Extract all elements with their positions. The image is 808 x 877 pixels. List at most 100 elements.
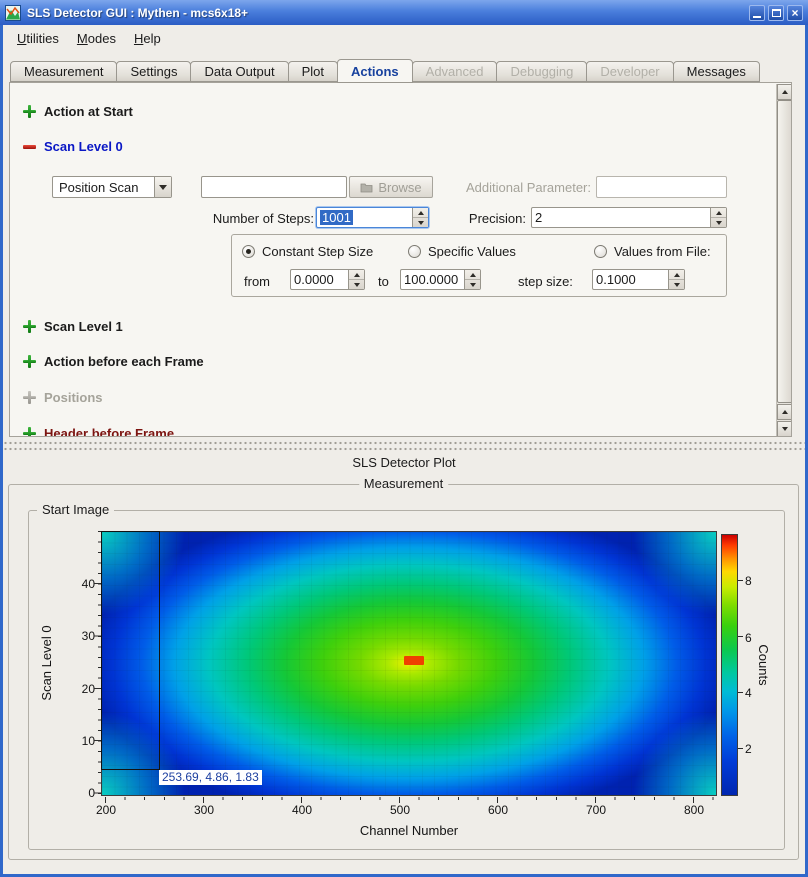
menu-modes[interactable]: Modes [69, 28, 124, 49]
app-icon[interactable] [5, 5, 21, 21]
collapse-minus-icon[interactable] [23, 140, 36, 153]
scroll-down-button[interactable] [777, 421, 792, 437]
vertical-scrollbar[interactable] [776, 84, 792, 437]
scan-level-0-row[interactable]: Scan Level 0 [23, 138, 123, 154]
titlebar: SLS Detector GUI : Mythen - mcs6x18+ × [0, 0, 808, 25]
step-size-spinbox[interactable]: 0.1000 [592, 269, 685, 290]
tab-data-output[interactable]: Data Output [190, 61, 288, 82]
menubar: Utilities Modes Help [3, 25, 805, 52]
spin-down-button[interactable] [669, 279, 684, 289]
to-spinbox[interactable]: 100.0000 [400, 269, 481, 290]
spin-buttons[interactable] [710, 208, 726, 227]
minimize-button[interactable] [749, 5, 765, 21]
script-file-input[interactable] [201, 176, 347, 198]
expand-plus-icon[interactable] [23, 427, 36, 438]
action-at-start-row[interactable]: Action at Start [23, 103, 133, 119]
spin-up-button[interactable] [413, 208, 428, 217]
values-from-file-label: Values from File: [614, 244, 711, 259]
spin-up-button[interactable] [465, 270, 480, 279]
additional-parameter-label: Additional Parameter: [461, 180, 591, 195]
combo-dropdown-button[interactable] [154, 177, 171, 197]
actions-tab-page: Action at Start Scan Level 0 Position Sc… [9, 82, 792, 437]
tab-developer: Developer [586, 61, 673, 82]
action-before-each-frame-row[interactable]: Action before each Frame [23, 353, 204, 369]
number-of-steps-value: 1001 [320, 210, 353, 225]
spin-buttons[interactable] [412, 208, 428, 227]
tab-plot[interactable]: Plot [288, 61, 338, 82]
arrow-down-icon [782, 427, 788, 431]
tab-messages[interactable]: Messages [673, 61, 760, 82]
action-before-each-frame-label: Action before each Frame [44, 354, 204, 369]
tabbar: Measurement Settings Data Output Plot Ac… [10, 59, 759, 82]
radio-icon[interactable] [408, 245, 421, 258]
arrow-down-icon [354, 283, 360, 287]
scan-mode-selected: Position Scan [53, 177, 154, 197]
expand-plus-icon[interactable] [23, 105, 36, 118]
radio-icon[interactable] [594, 245, 607, 258]
spin-down-button[interactable] [465, 279, 480, 289]
scroll-up-button[interactable] [777, 84, 792, 100]
scan-mode-combobox[interactable]: Position Scan [52, 176, 172, 198]
maximize-button[interactable] [768, 5, 784, 21]
constant-step-radio-row[interactable]: Constant Step Size [242, 243, 373, 259]
plot-canvas[interactable]: 253.69, 4.86, 1.83 [101, 531, 717, 796]
spin-down-button[interactable] [349, 279, 364, 289]
spin-down-button[interactable] [711, 217, 726, 227]
y-tick-label: 20 [67, 682, 95, 696]
spin-buttons[interactable] [668, 270, 684, 289]
x-tick-label: 400 [282, 803, 322, 817]
max-value-marker [404, 656, 424, 665]
expand-plus-icon[interactable] [23, 355, 36, 368]
spin-down-button[interactable] [413, 217, 428, 227]
browse-button[interactable]: Browse [349, 176, 433, 198]
menu-utilities[interactable]: Utilities [9, 28, 67, 49]
splitter-handle[interactable] [3, 440, 805, 452]
folder-icon [360, 182, 373, 193]
browse-button-label: Browse [378, 180, 421, 195]
window-title: SLS Detector GUI : Mythen - mcs6x18+ [27, 6, 743, 20]
cursor-position-readout: 253.69, 4.86, 1.83 [159, 770, 262, 785]
radio-selected-icon[interactable] [242, 245, 255, 258]
header-before-frame-row[interactable]: Header before Frame [23, 425, 174, 437]
color-axis-title: Counts [757, 635, 771, 695]
spin-up-button[interactable] [669, 270, 684, 279]
x-axis-title: Channel Number [309, 823, 509, 838]
maximize-icon [772, 9, 781, 17]
spin-up-button[interactable] [349, 270, 364, 279]
action-at-start-label: Action at Start [44, 104, 133, 119]
scroll-up-button-secondary[interactable] [777, 404, 792, 420]
values-from-file-radio-row[interactable]: Values from File: [594, 243, 711, 259]
x-tick-label: 800 [674, 803, 714, 817]
additional-parameter-input[interactable] [596, 176, 727, 198]
arrow-down-icon [674, 283, 680, 287]
scrollbar-thumb[interactable] [777, 100, 792, 403]
scan-level-1-row[interactable]: Scan Level 1 [23, 318, 123, 334]
tab-measurement[interactable]: Measurement [10, 61, 117, 82]
header-before-frame-label: Header before Frame [44, 426, 174, 438]
specific-values-label: Specific Values [428, 244, 516, 259]
from-spinbox[interactable]: 0.0000 [290, 269, 365, 290]
positions-row: Positions [23, 389, 103, 405]
color-scale-ticks [738, 580, 743, 750]
number-of-steps-spinbox[interactable]: 1001 [316, 207, 429, 228]
precision-spinbox[interactable]: 2 [531, 207, 727, 228]
arrow-down-icon [418, 221, 424, 225]
spin-buttons[interactable] [464, 270, 480, 289]
tab-actions[interactable]: Actions [337, 59, 413, 83]
specific-values-radio-row[interactable]: Specific Values [408, 243, 516, 259]
tab-settings[interactable]: Settings [116, 61, 191, 82]
spin-buttons[interactable] [348, 270, 364, 289]
scan-level-0-label: Scan Level 0 [44, 139, 123, 154]
menu-help[interactable]: Help [126, 28, 169, 49]
constant-step-size-label: Constant Step Size [262, 244, 373, 259]
expand-plus-icon[interactable] [23, 320, 36, 333]
start-image-groupbox: Start Image Scan Level 0 40 30 20 10 0 2… [28, 510, 785, 850]
close-button[interactable]: × [787, 5, 803, 21]
precision-value: 2 [532, 208, 710, 227]
chevron-down-icon [159, 185, 167, 190]
color-tick-label: 2 [745, 742, 765, 756]
arrow-up-icon [782, 90, 788, 94]
spin-up-button[interactable] [711, 208, 726, 217]
color-tick-label: 8 [745, 574, 765, 588]
y-tick-label: 40 [67, 577, 95, 591]
